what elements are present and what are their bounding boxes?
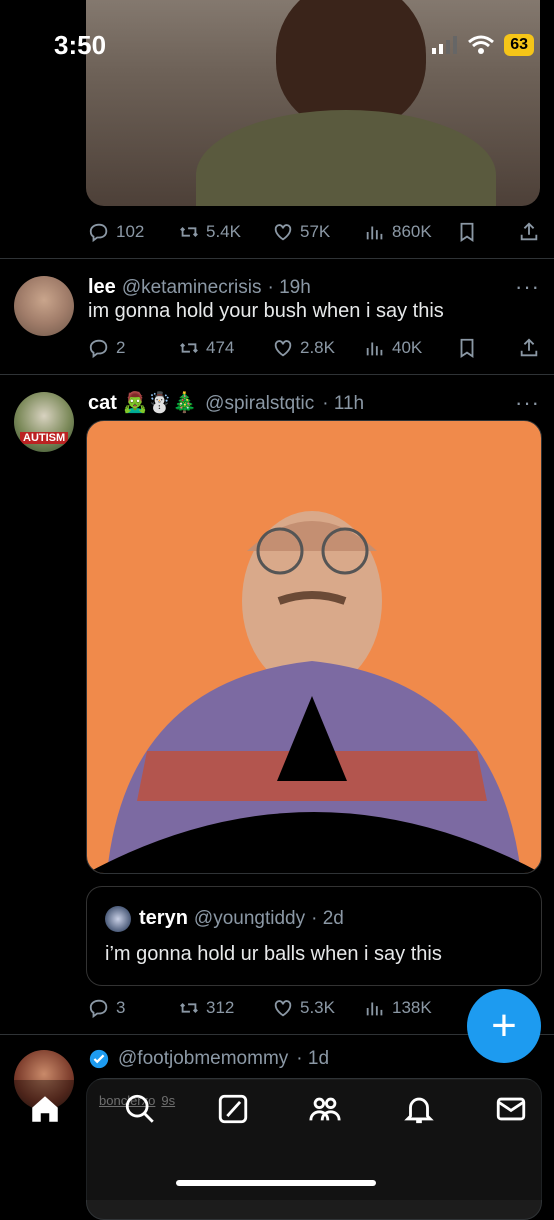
verified-icon bbox=[89, 1049, 109, 1069]
quoted-tweet[interactable]: teryn @youngtiddy · 2d i’m gonna hold ur… bbox=[86, 886, 542, 986]
reply-button[interactable]: 2 bbox=[88, 337, 125, 359]
tweet-1-media[interactable] bbox=[86, 0, 540, 206]
tweet-1-actions: 102 5.4K 57K 860K bbox=[0, 218, 554, 246]
compose-button[interactable]: + bbox=[467, 989, 541, 1063]
tweet-text: im gonna hold your bush when i say this bbox=[88, 300, 444, 322]
divider bbox=[0, 258, 554, 259]
bookmark-button[interactable] bbox=[456, 337, 478, 359]
quote-timestamp: · 2d bbox=[311, 908, 344, 929]
tweet-3-media[interactable] bbox=[86, 420, 542, 874]
wifi-icon bbox=[468, 35, 495, 54]
display-name[interactable]: cat 🧟‍♂️☃️🎄 bbox=[88, 390, 197, 415]
reply-count: 3 bbox=[116, 998, 126, 1017]
quote-text: i’m gonna hold ur balls when i say this bbox=[105, 943, 442, 965]
avatar[interactable]: AUTISM bbox=[14, 392, 74, 452]
tweet-2-header: lee @ketaminecrisis · 19h bbox=[88, 276, 311, 299]
like-icon bbox=[274, 224, 292, 241]
views-button[interactable]: 40K bbox=[364, 337, 422, 359]
handle[interactable]: @ketaminecrisis bbox=[122, 277, 262, 299]
avatar-label: AUTISM bbox=[20, 432, 69, 444]
retweet-button[interactable]: 474 bbox=[178, 337, 234, 359]
person-body bbox=[196, 110, 496, 206]
like-count: 5.3K bbox=[300, 998, 335, 1017]
views-icon bbox=[366, 1002, 383, 1016]
views-button[interactable]: 138K bbox=[364, 997, 432, 1019]
messages-icon[interactable] bbox=[494, 1092, 528, 1126]
portrait-image bbox=[87, 511, 541, 873]
tweet-2-actions: 2 474 2.8K 40K bbox=[0, 334, 554, 362]
like-count: 57K bbox=[300, 222, 331, 241]
reply-count: 2 bbox=[116, 338, 126, 357]
signal-icon bbox=[432, 36, 458, 54]
views-icon bbox=[366, 226, 383, 240]
compose-icon: + bbox=[491, 1001, 517, 1050]
bookmark-icon bbox=[460, 338, 474, 358]
reply-icon bbox=[89, 223, 108, 243]
reply-icon bbox=[89, 339, 108, 359]
search-icon[interactable] bbox=[123, 1092, 157, 1126]
view-count: 860K bbox=[392, 222, 432, 241]
display-name[interactable]: lee bbox=[88, 276, 116, 299]
view-count: 138K bbox=[392, 998, 432, 1017]
share-button[interactable] bbox=[518, 221, 540, 243]
communities-icon[interactable] bbox=[308, 1092, 342, 1126]
handle[interactable]: @spiralstqtic bbox=[205, 393, 314, 415]
retweet-icon bbox=[180, 1003, 198, 1013]
more-options-button[interactable]: ··· bbox=[515, 274, 540, 300]
share-icon bbox=[520, 222, 538, 241]
avatar[interactable] bbox=[14, 276, 74, 336]
retweet-icon bbox=[180, 343, 198, 353]
retweet-count: 312 bbox=[206, 998, 235, 1017]
status-time: 3:50 bbox=[54, 30, 107, 60]
like-count: 2.8K bbox=[300, 338, 335, 357]
like-button[interactable]: 57K bbox=[272, 221, 330, 243]
like-icon bbox=[274, 340, 292, 357]
reply-icon bbox=[89, 999, 108, 1019]
retweet-icon bbox=[180, 227, 198, 237]
timestamp: · 11h bbox=[322, 393, 365, 414]
quote-header: teryn @youngtiddy · 2d bbox=[139, 907, 344, 930]
grok-icon[interactable] bbox=[216, 1092, 250, 1126]
divider bbox=[0, 374, 554, 375]
retweet-button[interactable]: 312 bbox=[178, 997, 234, 1019]
tweet-4-header: @footjobmemommy · 1d bbox=[88, 1048, 329, 1070]
view-count: 40K bbox=[392, 338, 423, 357]
reply-count: 102 bbox=[116, 222, 145, 241]
share-button[interactable] bbox=[518, 337, 540, 359]
retweet-count: 474 bbox=[206, 338, 235, 357]
share-icon bbox=[520, 338, 538, 357]
tweet-3-header: cat 🧟‍♂️☃️🎄 @spiralstqtic · 11h bbox=[88, 390, 364, 415]
like-button[interactable]: 2.8K bbox=[272, 337, 335, 359]
timestamp: · 1d bbox=[296, 1048, 330, 1069]
retweet-count: 5.4K bbox=[206, 222, 241, 241]
timestamp: · 19h bbox=[267, 277, 311, 298]
more-options-button[interactable]: ··· bbox=[515, 390, 540, 416]
reply-button[interactable]: 3 bbox=[88, 997, 125, 1019]
status-icons: 63 bbox=[432, 34, 534, 56]
views-button[interactable]: 860K bbox=[364, 221, 432, 243]
home-icon[interactable] bbox=[28, 1092, 62, 1126]
quote-display-name: teryn bbox=[139, 907, 188, 929]
like-icon bbox=[274, 1000, 292, 1017]
retweet-button[interactable]: 5.4K bbox=[178, 221, 241, 243]
notifications-icon[interactable] bbox=[402, 1092, 436, 1126]
quote-handle: @youngtiddy bbox=[193, 908, 306, 929]
battery-badge: 63 bbox=[504, 34, 534, 56]
like-button[interactable]: 5.3K bbox=[272, 997, 335, 1019]
bookmark-icon bbox=[460, 222, 474, 242]
bookmark-button[interactable] bbox=[456, 221, 478, 243]
handle[interactable]: @footjobmemommy bbox=[118, 1048, 288, 1070]
views-icon bbox=[366, 342, 383, 356]
quote-avatar bbox=[105, 906, 131, 932]
home-indicator bbox=[176, 1180, 376, 1186]
reply-button[interactable]: 102 bbox=[88, 221, 144, 243]
